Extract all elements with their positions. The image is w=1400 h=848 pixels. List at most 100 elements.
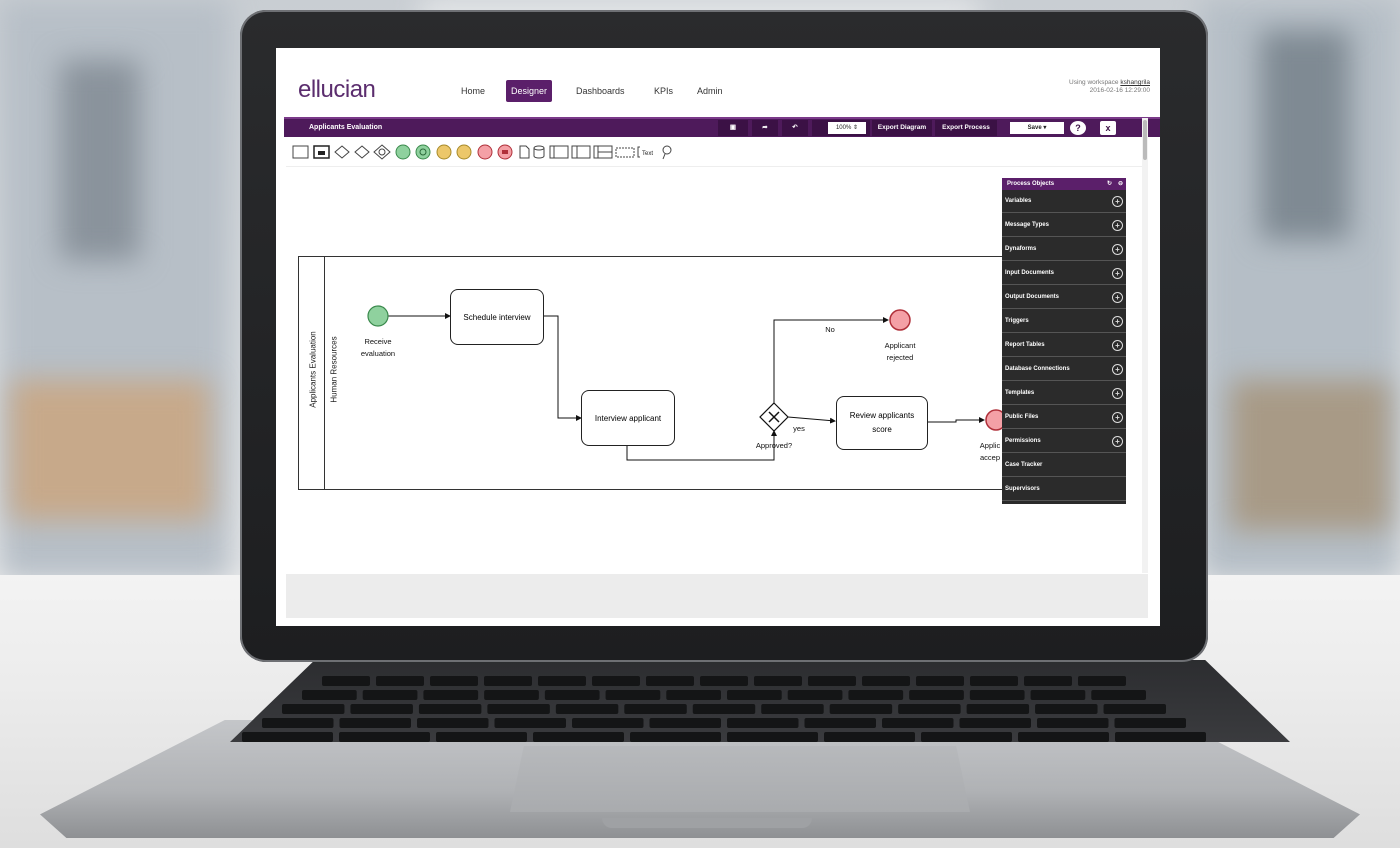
process-object-label: Case Tracker: [1005, 462, 1043, 468]
start-event[interactable]: [367, 305, 389, 327]
keyboard-key: [1018, 732, 1109, 742]
keyboard-key: [630, 732, 721, 742]
add-circle-icon[interactable]: +: [1112, 436, 1123, 447]
refresh-icon[interactable]: ↻: [1107, 178, 1112, 190]
lid-notch: [602, 818, 812, 828]
task-review-score[interactable]: Review applicants score: [836, 396, 928, 450]
properties-bar: [286, 574, 1148, 618]
keyboard-key: [727, 690, 782, 700]
keyboard-key: [1030, 690, 1086, 700]
keyboard-key: [1103, 704, 1166, 714]
process-object-label: Dynaforms: [1005, 246, 1037, 252]
vertical-scrollbar[interactable]: [1142, 118, 1148, 573]
end-event-rejected[interactable]: [889, 309, 911, 331]
add-circle-icon[interactable]: +: [1112, 388, 1123, 399]
flow-gateway-yes[interactable]: [787, 416, 836, 424]
process-object-item[interactable]: Report Tables +: [1002, 334, 1126, 357]
keyboard-key: [484, 676, 532, 686]
keyboard-key: [848, 690, 904, 700]
start-event-label: Receive evaluation: [360, 337, 396, 358]
keyboard-key: [572, 718, 644, 728]
keyboard-key: [592, 676, 640, 686]
keyboard-key: [970, 676, 1018, 686]
keyboard-key: [624, 704, 687, 714]
background-book: [1230, 380, 1390, 530]
keyboard-key: [700, 676, 748, 686]
add-circle-icon[interactable]: +: [1112, 316, 1123, 327]
keyboard-key: [666, 690, 721, 700]
add-circle-icon[interactable]: +: [1112, 340, 1123, 351]
process-object-item[interactable]: Case Tracker: [1002, 454, 1126, 477]
process-objects-panel: Process Objects ↻ ⊖ Variables + Message Ty…: [1002, 178, 1126, 504]
process-objects-header: Process Objects ↻ ⊖: [1002, 178, 1126, 190]
keyboard-key: [787, 690, 843, 700]
keyboard-key: [1037, 718, 1109, 728]
process-object-item[interactable]: Templates +: [1002, 382, 1126, 405]
process-object-label: Input Documents: [1005, 270, 1054, 276]
keyboard-key: [1114, 718, 1186, 728]
flow-review-to-end[interactable]: [928, 417, 985, 423]
keyboard-key: [605, 690, 661, 700]
add-circle-icon[interactable]: +: [1112, 220, 1123, 231]
keyboard-key: [862, 676, 910, 686]
end-accepted-label: Applic accep: [979, 441, 1001, 462]
keyboard-key: [727, 732, 818, 742]
keyboard-key: [242, 732, 333, 742]
keyboard-key: [1024, 676, 1072, 686]
keyboard-key: [484, 690, 539, 700]
process-objects-title: Process Objects: [1007, 181, 1055, 187]
app-screen: ellucian Home Designer Dashboards KPIs A…: [276, 48, 1160, 626]
keyboard-key: [350, 704, 413, 714]
keyboard-key: [829, 704, 893, 714]
process-object-label: Permissions: [1005, 438, 1041, 444]
keyboard-key: [1035, 704, 1098, 714]
keyboard-key: [339, 718, 411, 728]
gateway-label: Approved?: [755, 441, 793, 450]
keyboard-key: [262, 718, 334, 728]
task-schedule-interview[interactable]: Schedule interview: [450, 289, 544, 345]
process-object-item[interactable]: Output Documents +: [1002, 286, 1126, 309]
process-object-item[interactable]: Message Types +: [1002, 214, 1126, 237]
keyboard-key: [916, 676, 964, 686]
background-book: [60, 60, 140, 260]
keyboard-key: [430, 676, 478, 686]
add-circle-icon[interactable]: +: [1112, 292, 1123, 303]
add-circle-icon[interactable]: +: [1112, 196, 1123, 207]
keyboard-key: [824, 732, 915, 742]
process-object-item[interactable]: Input Documents +: [1002, 262, 1126, 285]
process-object-item[interactable]: Supervisors: [1002, 478, 1126, 501]
collapse-icon[interactable]: ⊖: [1118, 178, 1123, 190]
process-object-label: Public Files: [1005, 414, 1039, 420]
scrollbar-thumb[interactable]: [1143, 120, 1147, 160]
process-object-label: Database Connections: [1005, 366, 1070, 372]
background-book: [10, 380, 210, 520]
process-object-label: Supervisors: [1005, 486, 1040, 492]
keyboard-key: [727, 718, 799, 728]
keyboard-key: [808, 676, 856, 686]
keyboard-key: [898, 704, 961, 714]
keyboard-key: [417, 718, 489, 728]
process-object-item[interactable]: Database Connections +: [1002, 358, 1126, 381]
trackpad: [510, 746, 970, 812]
keyboard-key: [692, 704, 756, 714]
keyboard-key: [649, 718, 721, 728]
process-object-item[interactable]: Variables +: [1002, 190, 1126, 213]
keyboard-key: [418, 704, 482, 714]
process-object-item[interactable]: Dynaforms +: [1002, 238, 1126, 261]
task-interview-applicant[interactable]: Interview applicant: [581, 390, 675, 446]
keyboard-key: [376, 676, 424, 686]
flow-schedule-to-interview[interactable]: [542, 315, 582, 421]
process-object-item[interactable]: Public Files +: [1002, 406, 1126, 429]
keyboard-key: [282, 704, 345, 714]
add-circle-icon[interactable]: +: [1112, 364, 1123, 375]
keyboard-key: [423, 690, 479, 700]
add-circle-icon[interactable]: +: [1112, 412, 1123, 423]
add-circle-icon[interactable]: +: [1112, 268, 1123, 279]
process-object-item[interactable]: Triggers +: [1002, 310, 1126, 333]
process-object-label: Message Types: [1005, 222, 1049, 228]
process-object-item[interactable]: Permissions +: [1002, 430, 1126, 453]
add-circle-icon[interactable]: +: [1112, 244, 1123, 255]
keyboard-key: [544, 690, 600, 700]
keyboard-key: [804, 718, 876, 728]
keyboard-key: [1091, 690, 1146, 700]
